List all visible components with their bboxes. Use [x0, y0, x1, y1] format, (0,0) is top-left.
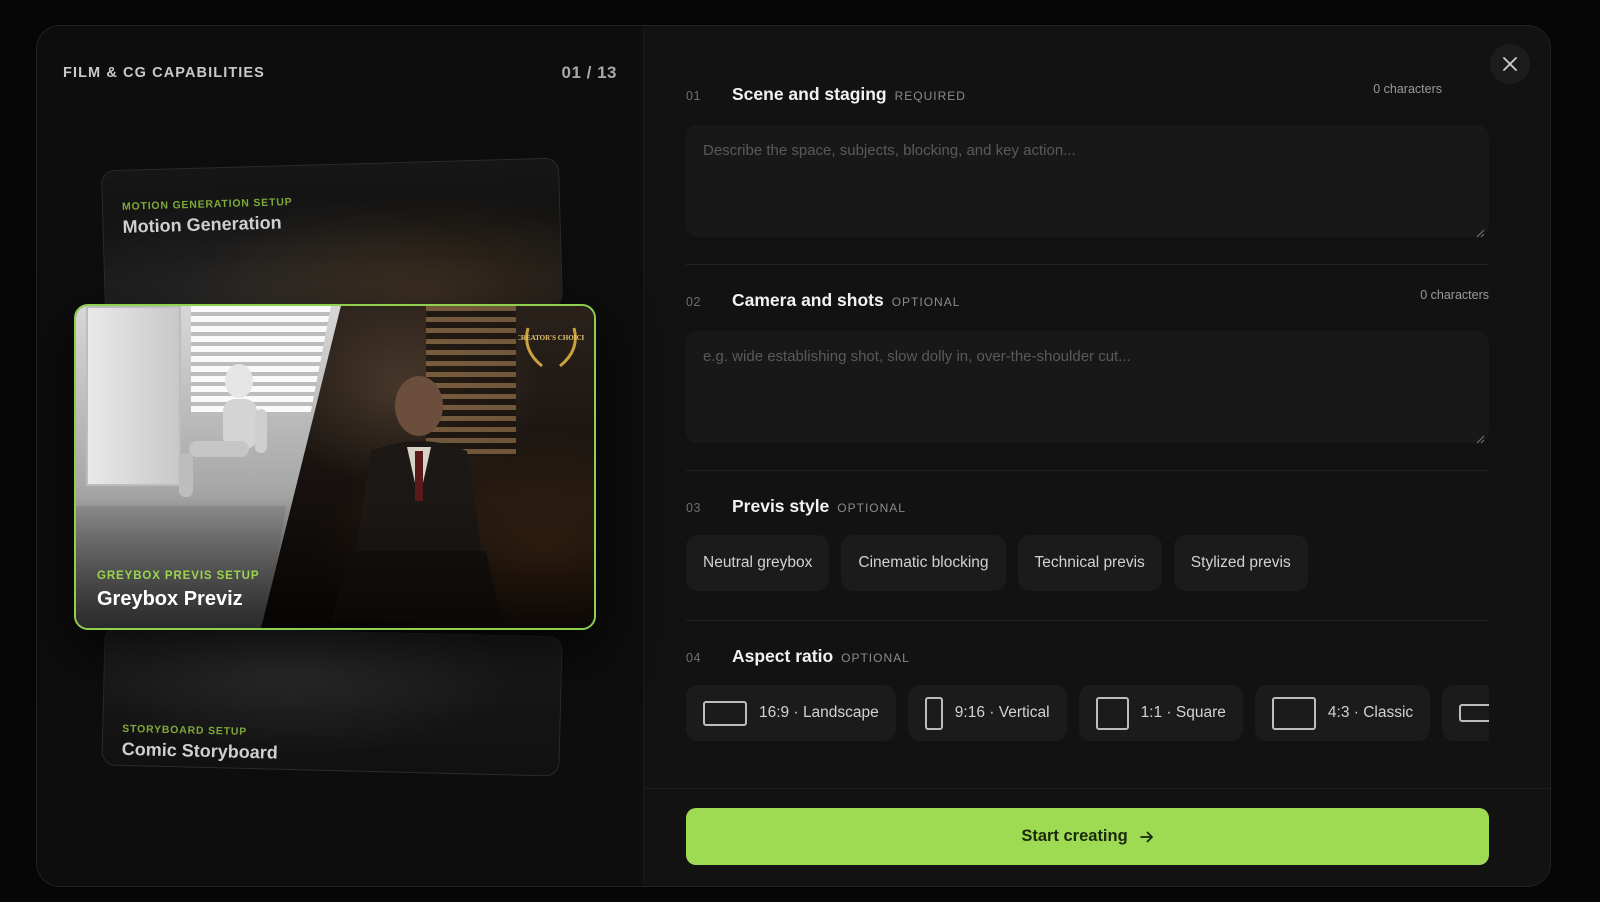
character-count: 0 characters [1420, 288, 1489, 302]
optional-tag: OPTIONAL [841, 651, 910, 665]
aspect-option-9-16[interactable]: 9:16 · Vertical [907, 685, 1067, 741]
greybox-door [86, 306, 181, 486]
mannequin-figure [179, 364, 267, 497]
vertical-shape-icon [924, 696, 943, 730]
aspect-options: 16:9 · Landscape 9:16 · Vertical 1:1 · S… [686, 685, 1489, 741]
aspect-option-4-3[interactable]: 4:3 · Classic [1254, 685, 1431, 741]
resize-grip-icon[interactable] [1475, 434, 1485, 444]
section-title: Previs style [732, 496, 830, 516]
card-title: Comic Storyboard [121, 738, 278, 763]
capabilities-panel: FILM & CG CAPABILITIES 01 / 13 MOTION GE… [37, 26, 644, 886]
aspect-option-more[interactable] [1442, 685, 1489, 741]
character-count: 0 characters [1373, 82, 1442, 96]
wide-shape-icon [1459, 704, 1489, 722]
divider [686, 470, 1489, 471]
section-previs-style: 03 Previs style OPTIONAL Neutral greybox… [686, 496, 1489, 591]
aspect-option-1-1[interactable]: 1:1 · Square [1078, 685, 1243, 741]
panel-counter: 01 / 13 [561, 63, 617, 82]
option-label: 1:1 · Square [1140, 704, 1226, 721]
section-aspect-ratio: 04 Aspect ratio OPTIONAL 16:9 · Landscap… [686, 646, 1489, 741]
aspect-option-16-9[interactable]: 16:9 · Landscape [686, 685, 896, 741]
card-title: Greybox Previz [97, 588, 243, 610]
camera-textarea[interactable] [686, 331, 1489, 443]
capabilities-modal: FILM & CG CAPABILITIES 01 / 13 MOTION GE… [36, 25, 1551, 887]
section-title: Camera and shots [732, 290, 884, 310]
section-number: 02 [686, 295, 701, 309]
scene-textarea[interactable] [686, 125, 1489, 237]
style-options: Neutral greybox Cinematic blocking Techn… [686, 535, 1489, 591]
arrow-right-icon [1139, 831, 1153, 842]
card-image [102, 158, 562, 320]
resize-grip-icon[interactable] [1475, 228, 1485, 238]
section-scene: 01 Scene and staging REQUIRED 0 characte… [686, 82, 1489, 242]
start-button-label: Start creating [1021, 827, 1128, 845]
style-option-technical-previs[interactable]: Technical previs [1017, 535, 1162, 591]
section-title: Aspect ratio [732, 646, 834, 666]
section-title: Scene and staging [732, 84, 887, 104]
card-motion-generation[interactable]: MOTION GENERATION SETUP Motion Generatio… [100, 157, 564, 321]
creators-choice-badge: CREATOR'S CHOICE [518, 327, 584, 368]
style-option-cinematic-blocking[interactable]: Cinematic blocking [841, 535, 1006, 591]
panel-title: FILM & CG CAPABILITIES [63, 65, 265, 81]
classic-shape-icon [1271, 696, 1316, 730]
divider [686, 620, 1489, 621]
svg-text:CREATOR'S CHOICE: CREATOR'S CHOICE [518, 334, 584, 342]
optional-tag: OPTIONAL [891, 295, 961, 309]
style-option-stylized-previs[interactable]: Stylized previs [1173, 535, 1308, 591]
section-number: 03 [686, 501, 701, 515]
panel-header: FILM & CG CAPABILITIES 01 / 13 [63, 63, 617, 83]
close-icon [1503, 57, 1517, 71]
style-option-neutral-greybox[interactable]: Neutral greybox [686, 535, 830, 591]
square-shape-icon [1095, 696, 1129, 730]
optional-tag: OPTIONAL [837, 501, 906, 515]
card-comic-storyboard[interactable]: STORYBOARD SETUP Comic Storyboard [101, 625, 563, 777]
section-number: 01 [686, 89, 701, 103]
section-header: 01 Scene and staging REQUIRED 0 characte… [686, 82, 1442, 105]
landscape-shape-icon [703, 700, 747, 726]
form-footer: Start creating [644, 788, 1550, 886]
setup-form: 01 Scene and staging REQUIRED 0 characte… [644, 26, 1550, 886]
card-greybox-previz[interactable]: CREATOR'S CHOICE GREYBOX PREVIS SETUP Gr… [74, 304, 596, 630]
option-label: 16:9 · Landscape [759, 704, 879, 721]
close-button[interactable] [1490, 44, 1530, 84]
section-camera: 02 Camera and shots OPTIONAL 0 character… [686, 288, 1489, 448]
required-tag: REQUIRED [894, 89, 966, 103]
card-title: Motion Generation [122, 212, 282, 237]
section-header: 04 Aspect ratio OPTIONAL [686, 646, 1489, 667]
option-label: 4:3 · Classic [1327, 704, 1414, 721]
divider [686, 264, 1489, 265]
section-header: 02 Camera and shots OPTIONAL 0 character… [686, 288, 1489, 311]
card-subtitle: GREYBOX PREVIS SETUP [97, 570, 260, 582]
start-creating-button[interactable]: Start creating [686, 808, 1489, 865]
section-number: 04 [686, 651, 701, 665]
section-header: 03 Previs style OPTIONAL [686, 496, 1489, 517]
option-label: 9:16 · Vertical [954, 704, 1050, 721]
